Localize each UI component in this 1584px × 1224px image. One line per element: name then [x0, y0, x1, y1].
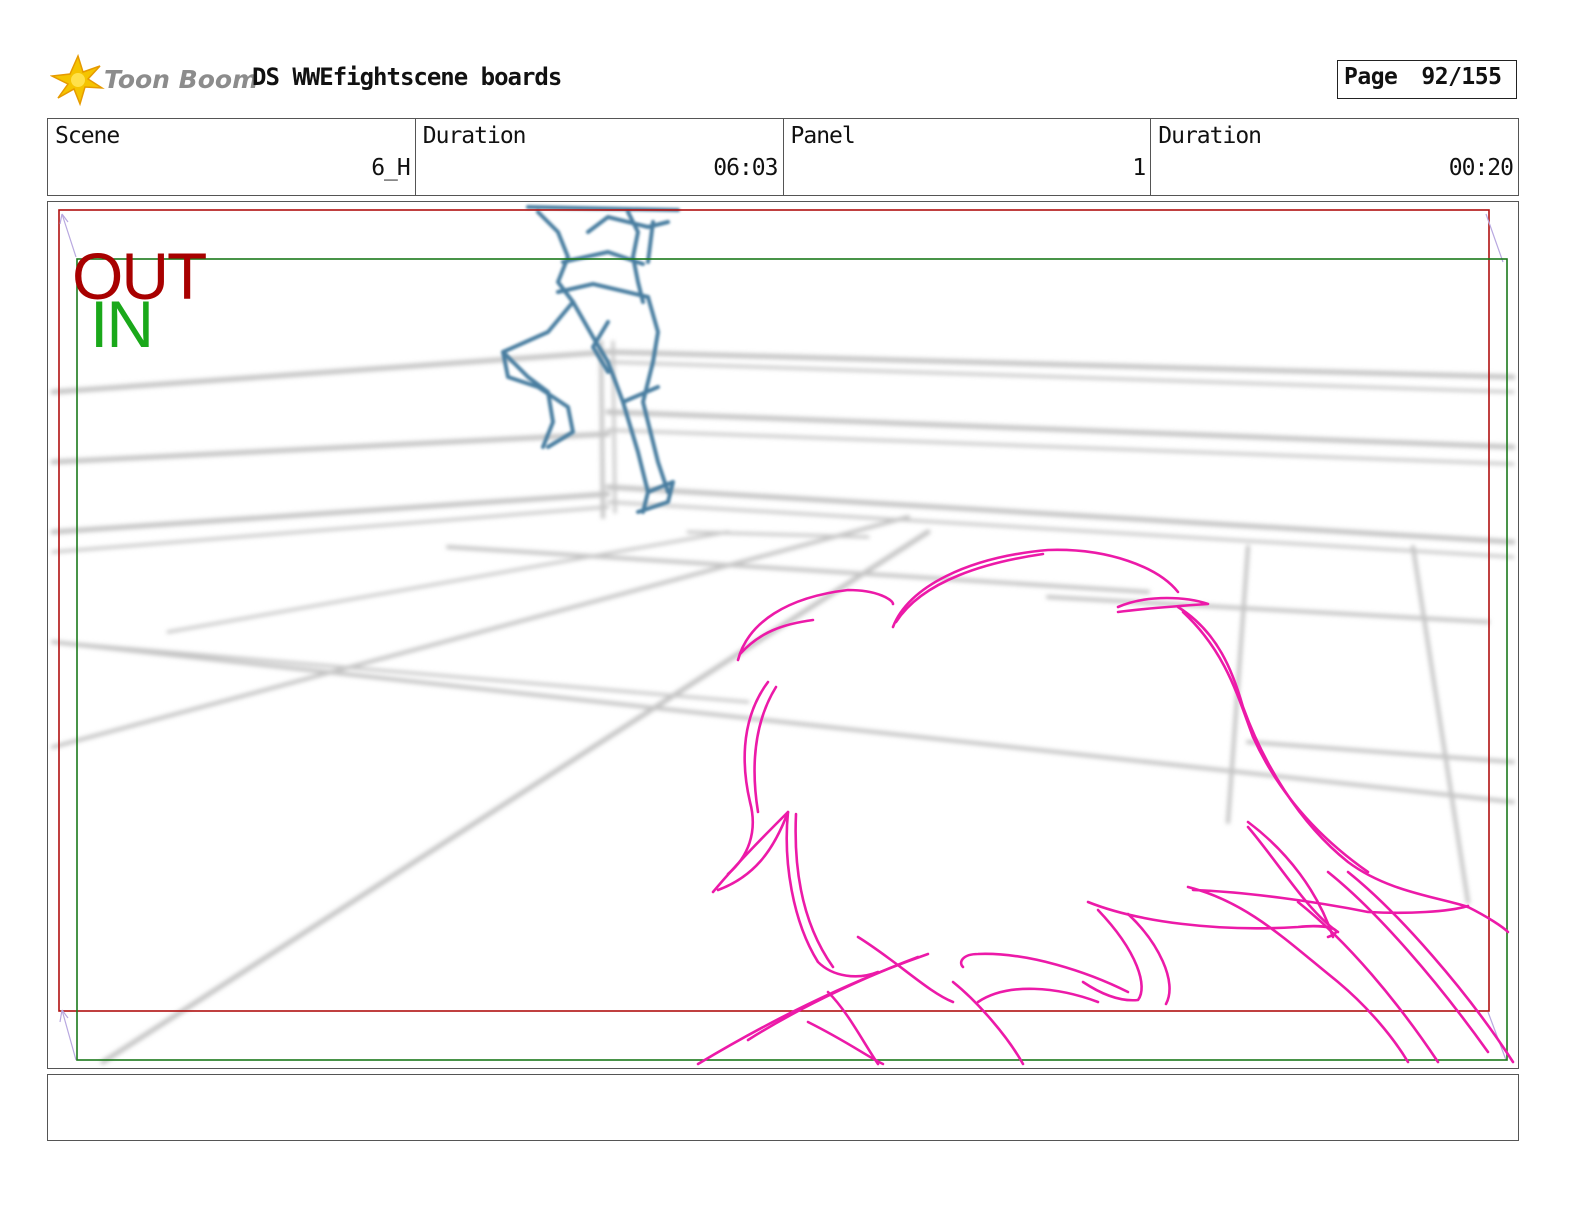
scene-value: 6_H — [371, 155, 411, 181]
page-indicator: Page 92/155 — [1337, 60, 1517, 99]
logo-text: Toon Boom — [104, 65, 259, 94]
panel-label: Panel — [790, 123, 856, 149]
panel-duration-label: Duration — [1158, 123, 1262, 149]
panel-info-table: Scene 6_H Duration 06:03 Panel 1 Duratio… — [47, 118, 1519, 196]
panel-notes-box — [47, 1074, 1519, 1141]
ring-ropes-sketch — [50, 340, 1516, 1065]
out-frame-guide — [58, 209, 1507, 1061]
toon-boom-logo: Toon Boom — [50, 52, 258, 108]
page-label: Page — [1344, 64, 1398, 90]
panel-duration-value: 00:20 — [1448, 155, 1514, 181]
panel-image-frame: OUT IN — [47, 201, 1519, 1069]
in-frame-label: IN — [90, 287, 152, 361]
panel-cell: Panel 1 — [784, 119, 1152, 195]
page-header: Toon Boom DS WWEfightscene boards Page 92… — [0, 0, 1584, 116]
panel-duration-cell: Duration 00:20 — [1151, 119, 1518, 195]
scene-label: Scene — [55, 123, 120, 149]
toon-boom-star-icon — [50, 53, 105, 107]
scene-duration-cell: Duration 06:03 — [416, 119, 784, 195]
scene-duration-value: 06:03 — [713, 155, 778, 181]
scene-cell: Scene 6_H — [48, 119, 416, 195]
character-sketch — [696, 548, 1515, 1066]
storyboard-drawing: OUT IN — [50, 205, 1516, 1066]
scene-duration-label: Duration — [422, 123, 527, 149]
board-title: DS WWEfightscene boards — [252, 63, 562, 91]
panel-value: 1 — [1132, 155, 1146, 181]
page-number: 92/155 — [1421, 64, 1502, 90]
